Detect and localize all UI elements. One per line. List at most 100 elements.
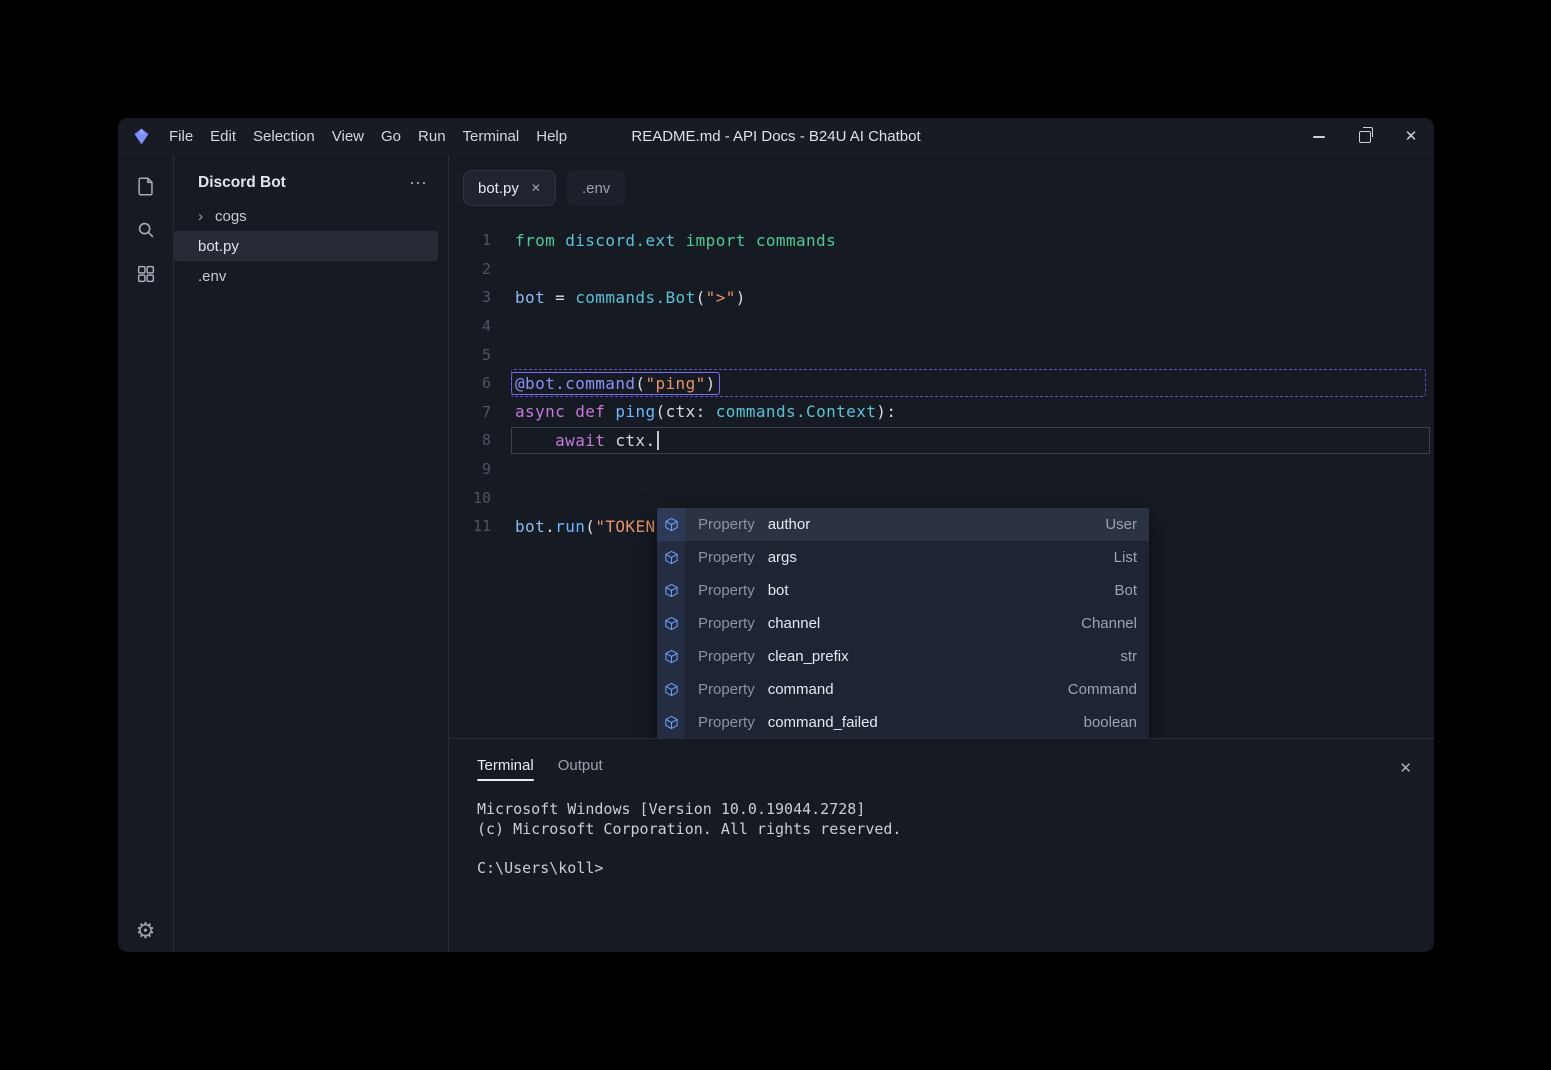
code-editor[interactable]: 1from discord.ext import commands 2 3bot =… (449, 207, 1434, 738)
suggestion-label: channel (768, 615, 821, 632)
close-icon: ✕ (1405, 129, 1418, 144)
suggestion-kind: Property (698, 615, 755, 632)
autocomplete-popup: PropertyauthorUserPropertyargsListProper… (657, 508, 1149, 738)
terminal-line: Microsoft Windows [Version 10.0.19044.27… (477, 800, 1434, 820)
suggestion-command_failed[interactable]: Propertycommand_failedboolean (657, 706, 1149, 738)
suggestion-detail: User (1105, 516, 1137, 533)
terminal-tab-output[interactable]: Output (558, 757, 603, 779)
suggestion-detail: Bot (1114, 582, 1137, 599)
code-line-2[interactable]: 2 (449, 255, 1434, 284)
terminal-line: (c) Microsoft Corporation. All rights re… (477, 820, 1434, 840)
code-line-4[interactable]: 4 (449, 312, 1434, 341)
terminal-panel: Terminal Output ✕ Microsoft Windows [Vers… (449, 738, 1434, 952)
title-bar: File Edit Selection View Go Run Terminal Help R… (118, 118, 1434, 155)
terminal-tab-bar: Terminal Output (477, 757, 627, 779)
line-number: 6 (449, 374, 491, 392)
close-button[interactable]: ✕ (1388, 118, 1434, 155)
suggestion-command[interactable]: Property command Command (657, 673, 1149, 706)
suggestion-label: args (768, 549, 797, 566)
maximize-icon (1359, 131, 1371, 143)
code-content: bot = commands.Bot(">") (491, 288, 746, 307)
line-number: 9 (449, 460, 491, 478)
code-line-3[interactable]: 3bot = commands.Bot(">") (449, 283, 1434, 312)
desktop: { "colors": { "page-bg": "#000000", "win… (0, 0, 1551, 1070)
sidebar-header: Discord Bot ⋯ (174, 169, 448, 197)
search-icon[interactable] (132, 216, 160, 244)
suggestion-kind: Property (698, 648, 755, 665)
code-lines: 1from discord.ext import commands 2 3bot =… (449, 226, 1434, 541)
suggestion-detail: Channel (1081, 615, 1137, 632)
app-window: File Edit Selection View Go Run Terminal Help R… (118, 118, 1434, 952)
suggestion-kind: Property (698, 549, 755, 566)
code-content: await ctx. (491, 431, 659, 450)
suggestion-kind: Property (698, 516, 755, 533)
line-number: 4 (449, 317, 491, 335)
close-tab-icon[interactable]: ✕ (531, 181, 541, 195)
tree-item-label: bot.py (198, 238, 239, 255)
suggestion-detail: List (1114, 549, 1137, 566)
terminal-tab-terminal[interactable]: Terminal (477, 757, 534, 779)
code-line-7[interactable]: 7async def ping(ctx: commands.Context): (449, 398, 1434, 427)
property-icon (657, 673, 685, 706)
app-logo-icon (131, 126, 152, 147)
tab-bot.py[interactable]: bot.py ✕ (463, 170, 556, 206)
line-number: 8 (449, 431, 491, 449)
explorer-files-icon[interactable] (132, 172, 160, 200)
terminal-line (477, 839, 1434, 859)
code-line-5[interactable]: 5 (449, 340, 1434, 369)
terminal-output[interactable]: Microsoft Windows [Version 10.0.19044.27… (477, 800, 1434, 878)
suggestion-label: bot (768, 582, 789, 599)
extensions-icon[interactable] (132, 260, 160, 288)
suggestion-label: clean_prefix (768, 648, 849, 665)
suggestion-detail: Command (1068, 681, 1137, 698)
suggestion-author[interactable]: PropertyauthorUser (657, 508, 1149, 541)
line-number: 2 (449, 260, 491, 278)
suggestion-bot[interactable]: Property bot Bot (657, 574, 1149, 607)
text-cursor (657, 431, 659, 450)
tree-item-.env[interactable]: .env (174, 261, 438, 291)
suggestion-args[interactable]: Property args List (657, 541, 1149, 574)
terminal-header: Terminal Output ✕ (477, 739, 1434, 783)
suggestion-channel[interactable]: Property channel Channel (657, 607, 1149, 640)
minimize-button[interactable] (1296, 118, 1342, 155)
window-title: README.md - API Docs - B24U AI Chatbot (631, 128, 920, 145)
property-icon (657, 706, 685, 738)
suggestion-clean_prefix[interactable]: Propertyclean_prefixstr (657, 640, 1149, 673)
editor-column: bot.py ✕ .env 1from discord.ext import com… (449, 155, 1434, 952)
menu-selection[interactable]: Selection (253, 128, 315, 145)
menu-file[interactable]: File (169, 128, 193, 145)
code-content: @bot.command("ping") (491, 372, 720, 395)
tree-item-label: cogs (215, 208, 247, 225)
terminal-close-icon[interactable]: ✕ (1399, 759, 1412, 777)
code-line-9[interactable]: 9 (449, 455, 1434, 484)
tree-item-cogs[interactable]: ›cogs (174, 201, 438, 231)
suggestion-label: command (768, 681, 834, 698)
code-content: bot.run("TOKEN (491, 517, 656, 536)
line-number: 10 (449, 489, 491, 507)
line-number: 3 (449, 288, 491, 306)
line-number: 11 (449, 517, 491, 535)
code-content: from discord.ext import commands (491, 231, 836, 250)
tab-label: bot.py (478, 180, 519, 197)
menu-terminal[interactable]: Terminal (463, 128, 520, 145)
code-content: async def ping(ctx: commands.Context): (491, 402, 896, 421)
more-actions-icon[interactable]: ⋯ (409, 173, 428, 194)
activity-bar: ⚙ (118, 155, 174, 952)
menu-edit[interactable]: Edit (210, 128, 236, 145)
suggestion-kind: Property (698, 681, 755, 698)
suggestion-kind: Property (698, 714, 755, 731)
suggestion-kind: Property (698, 582, 755, 599)
tab-bar: bot.py ✕ .env (449, 155, 1434, 207)
code-line-6[interactable]: 6@bot.command("ping") (449, 369, 1434, 398)
code-line-8[interactable]: 8 await ctx. (449, 426, 1434, 455)
menu-help[interactable]: Help (536, 128, 567, 145)
menu-go[interactable]: Go (381, 128, 401, 145)
settings-gear-icon[interactable]: ⚙ (132, 917, 160, 945)
tab-.env[interactable]: .env (567, 170, 625, 206)
property-icon (657, 640, 685, 673)
maximize-button[interactable] (1342, 118, 1388, 155)
code-line-1[interactable]: 1from discord.ext import commands (449, 226, 1434, 255)
menu-run[interactable]: Run (418, 128, 446, 145)
tree-item-bot.py[interactable]: bot.py (174, 231, 438, 261)
menu-view[interactable]: View (332, 128, 364, 145)
